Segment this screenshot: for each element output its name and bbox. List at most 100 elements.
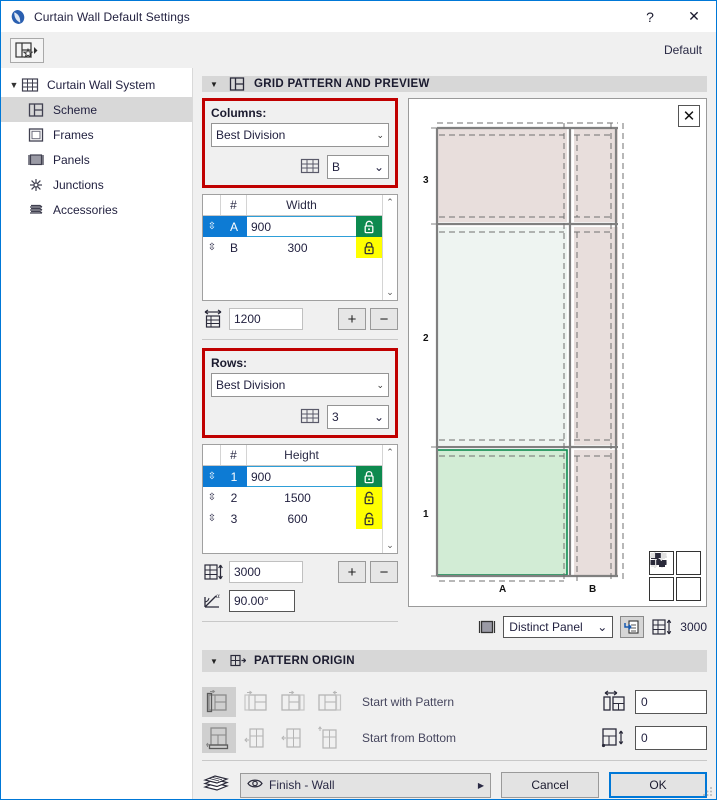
columns-division-select[interactable]: Best Division ⌄ — [211, 123, 389, 147]
table-row[interactable]: ⇳ 3 600 — [203, 508, 382, 529]
ok-button[interactable]: OK — [609, 772, 707, 798]
angle-input[interactable]: 90.00° — [229, 590, 295, 612]
column-grid-icon — [300, 157, 320, 178]
preview-close-button[interactable]: ✕ — [678, 105, 700, 127]
pattern-dense-icon[interactable] — [649, 553, 674, 601]
preview-row-label-1: 1 — [423, 509, 429, 520]
table-row[interactable]: ⇳ A 900 — [203, 216, 382, 237]
start-from-bottom-option-4[interactable] — [313, 723, 347, 753]
chevron-down-icon[interactable]: ▼ — [7, 80, 21, 90]
start-from-bottom-option-1[interactable] — [202, 723, 236, 753]
grid-pattern-section-header[interactable]: ▼ GRID PATTERN AND PREVIEW — [202, 76, 707, 92]
divider — [202, 339, 398, 340]
rows-count-select[interactable]: 3 ⌄ — [327, 405, 389, 429]
grid-icon — [21, 77, 39, 93]
triangle-down-icon[interactable]: ▼ — [210, 80, 222, 89]
cancel-button[interactable]: Cancel — [501, 772, 599, 798]
columns-lock-header — [356, 195, 382, 215]
grid-pattern-body: Columns: Best Division ⌄ B ⌄ # Width ⇳ A… — [202, 98, 707, 638]
rows-num-header: # — [221, 445, 247, 465]
remove-row-button[interactable]: − — [370, 561, 398, 583]
scroll-up-icon[interactable]: ⌃ — [386, 447, 394, 458]
rows-total-input[interactable]: 3000 — [229, 561, 303, 583]
resize-grip[interactable] — [701, 785, 713, 797]
start-with-pattern-option-2[interactable] — [239, 687, 273, 717]
row-drag-handle[interactable]: ⇳ — [203, 216, 221, 237]
rows-table-scrollbar[interactable]: ⌃ ⌄ — [382, 445, 397, 553]
offset-y-row: 0 — [542, 720, 707, 756]
start-from-bottom-label: Start from Bottom — [362, 731, 457, 745]
preview-column: .fr { stroke:#808080; stroke-width:2.2; … — [408, 98, 707, 638]
rows-group: Rows: Best Division ⌄ 3 ⌄ — [202, 348, 398, 438]
sidebar-item-panels[interactable]: Panels — [1, 147, 192, 172]
sidebar-item-junctions[interactable]: Junctions — [1, 172, 192, 197]
dialog-body: ▼ Curtain Wall System Scheme Frames Pane… — [1, 68, 716, 799]
sidebar-item-accessories[interactable]: Accessories — [1, 197, 192, 222]
start-from-bottom-option-3[interactable] — [276, 723, 310, 753]
favorites-button[interactable] — [10, 37, 44, 63]
row-drag-handle[interactable]: ⇳ — [203, 487, 221, 508]
pattern-origin-body: Start with Pattern Start from Bottom 0 0 — [202, 678, 707, 756]
height-input[interactable]: 600 — [247, 508, 356, 529]
columns-count-select[interactable]: B ⌄ — [327, 155, 389, 179]
row-drag-handle[interactable]: ⇳ — [203, 508, 221, 529]
columns-total-input[interactable]: 1200 — [229, 308, 303, 330]
pattern-bottom-row: Start from Bottom — [202, 720, 542, 756]
row-drag-handle[interactable]: ⇳ — [203, 466, 221, 487]
start-with-pattern-option-1[interactable] — [202, 687, 236, 717]
sidebar-root-curtain-wall-system[interactable]: ▼ Curtain Wall System — [1, 72, 192, 97]
lock-toggle[interactable] — [356, 466, 382, 487]
window-controls: ? ✕ — [628, 1, 716, 32]
offset-x-input[interactable]: 0 — [635, 690, 707, 714]
lock-toggle[interactable] — [356, 487, 382, 508]
toolbar: Default — [1, 32, 716, 68]
add-column-button[interactable]: + — [338, 308, 366, 330]
width-input[interactable]: 300 — [247, 237, 356, 258]
start-from-bottom-option-2[interactable] — [239, 723, 273, 753]
panel-type-select[interactable]: Distinct Panel ⌄ — [503, 616, 614, 638]
offset-y-input[interactable]: 0 — [635, 726, 707, 750]
width-input[interactable]: 900 — [247, 216, 356, 237]
apply-panel-icon — [624, 620, 639, 634]
triangle-down-icon[interactable]: ▼ — [210, 657, 222, 666]
help-button[interactable]: ? — [628, 1, 672, 32]
lock-toggle[interactable] — [356, 216, 382, 237]
finish-select[interactable]: Finish - Wall ▶ — [240, 772, 491, 798]
columns-table-empty-space — [203, 258, 382, 300]
unlocked-icon — [364, 512, 373, 525]
pattern-grid-icon[interactable] — [650, 553, 701, 601]
grid-preview[interactable]: .fr { stroke:#808080; stroke-width:2.2; … — [408, 98, 707, 607]
svg-text:α: α — [216, 592, 220, 600]
apply-panel-button[interactable] — [620, 616, 645, 638]
start-with-pattern-option-3[interactable] — [276, 687, 310, 717]
chevron-down-icon: ⌄ — [373, 410, 384, 424]
scroll-down-icon[interactable]: ⌄ — [386, 287, 394, 298]
eye-icon — [247, 778, 263, 792]
rows-division-select[interactable]: Best Division ⌄ — [211, 373, 389, 397]
diagonal-up-icon[interactable] — [650, 551, 701, 575]
scroll-up-icon[interactable]: ⌃ — [386, 197, 394, 208]
pattern-origin-section-header[interactable]: ▼ PATTERN ORIGIN — [202, 650, 707, 672]
columns-table-scrollbar[interactable]: ⌃ ⌄ — [382, 195, 397, 300]
table-row[interactable]: ⇳ B 300 — [203, 237, 382, 258]
sidebar-item-scheme[interactable]: Scheme — [1, 97, 192, 122]
unlocked-icon — [364, 491, 373, 504]
remove-column-button[interactable]: − — [370, 308, 398, 330]
lock-toggle[interactable] — [356, 508, 382, 529]
add-row-button[interactable]: + — [338, 561, 366, 583]
height-input[interactable]: 900 — [247, 466, 356, 487]
row-drag-handle[interactable]: ⇳ — [203, 237, 221, 258]
sidebar-item-frames[interactable]: Frames — [1, 122, 192, 147]
pattern-origin-section: ▼ PATTERN ORIGIN Start with Pattern Star… — [202, 650, 707, 800]
close-button[interactable]: ✕ — [672, 1, 716, 32]
scroll-down-icon[interactable]: ⌄ — [386, 540, 394, 551]
layers-icon — [202, 774, 230, 796]
favorites-icon — [15, 41, 38, 58]
start-with-pattern-option-4[interactable] — [313, 687, 347, 717]
lock-toggle[interactable] — [356, 237, 382, 258]
table-row[interactable]: ⇳ 2 1500 — [203, 487, 382, 508]
preview-col-label-a: A — [499, 584, 506, 595]
table-row[interactable]: ⇳ 1 900 — [203, 466, 382, 487]
drag-column-header — [203, 445, 221, 465]
height-input[interactable]: 1500 — [247, 487, 356, 508]
